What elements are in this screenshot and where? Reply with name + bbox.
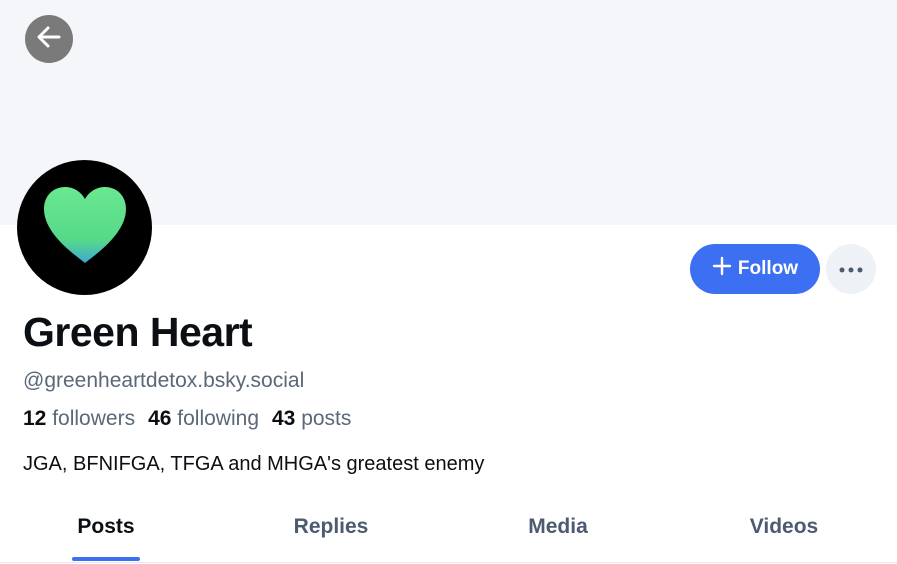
profile-stats: 12 followers 46 following 43 posts <box>23 407 351 431</box>
arrow-left-icon <box>35 23 63 56</box>
follow-button[interactable]: Follow <box>690 244 820 294</box>
display-name: Green Heart <box>23 309 253 355</box>
stat-count: 46 <box>148 407 172 430</box>
back-button[interactable] <box>25 15 73 63</box>
followers-stat[interactable]: 12 followers <box>23 407 135 431</box>
more-options-button[interactable] <box>826 244 876 294</box>
ellipsis-icon <box>839 260 863 278</box>
stat-label: followers <box>52 407 136 430</box>
tab-videos[interactable]: Videos <box>750 515 818 539</box>
avatar[interactable] <box>17 160 152 295</box>
active-tab-indicator <box>72 557 140 561</box>
tab-replies[interactable]: Replies <box>294 515 369 539</box>
posts-stat: 43 posts <box>272 407 351 431</box>
stat-label: posts <box>301 407 352 430</box>
profile-handle: @greenheartdetox.bsky.social <box>23 369 305 392</box>
tab-media[interactable]: Media <box>528 515 588 539</box>
stat-label: following <box>177 407 259 430</box>
stat-count: 43 <box>272 407 296 430</box>
following-stat[interactable]: 46 following <box>148 407 259 431</box>
plus-icon <box>712 256 732 282</box>
follow-label: Follow <box>737 258 799 279</box>
profile-tabs: Posts Replies Media Videos <box>0 500 897 563</box>
stat-count: 12 <box>23 407 47 430</box>
profile-bio: JGA, BFNIFGA, TFGA and MHGA's greatest e… <box>23 453 485 475</box>
tab-posts[interactable]: Posts <box>77 515 134 539</box>
green-heart-icon <box>40 185 130 270</box>
profile-page: Follow Green Heart @greenheartdetox.bsky… <box>0 0 897 564</box>
